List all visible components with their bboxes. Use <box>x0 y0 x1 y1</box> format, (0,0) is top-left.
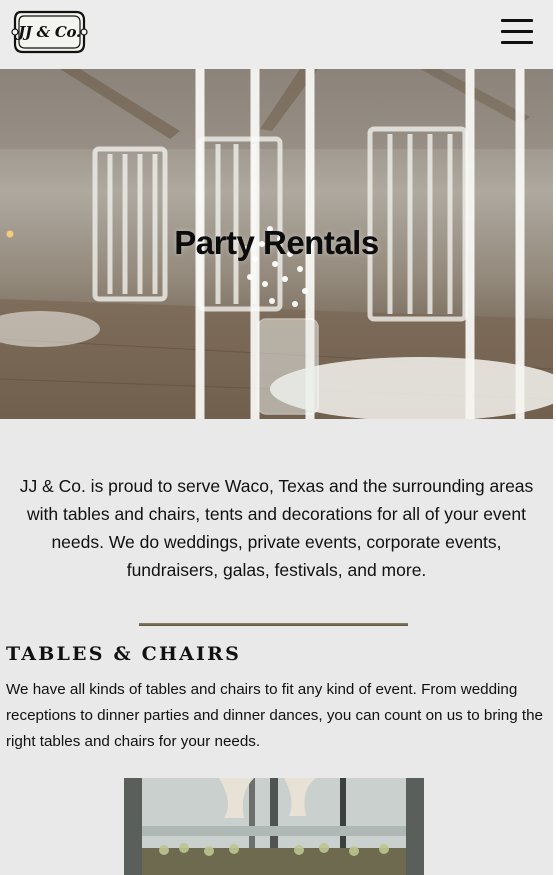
intro-paragraph: JJ & Co. is proud to serve Waco, Texas a… <box>19 476 534 580</box>
logo-text: JJ & Co. <box>18 23 81 41</box>
event-venue-image <box>124 778 424 875</box>
site-header: JJ & Co. <box>0 0 553 69</box>
menu-bar <box>501 19 533 22</box>
hamburger-menu-icon[interactable] <box>500 17 534 45</box>
section-divider <box>139 623 408 626</box>
menu-bar <box>501 41 533 44</box>
logo-link[interactable]: JJ & Co. <box>11 8 88 56</box>
tables-chairs-photo <box>124 778 424 875</box>
page: JJ & Co. Party Rentals JJ & Co. is proud… <box>0 0 553 875</box>
tables-chairs-description: We have all kinds of tables and chairs t… <box>6 681 543 750</box>
tables-chairs-heading: TABLES & CHAIRS <box>6 643 242 665</box>
hero-title: Party Rentals <box>174 224 379 261</box>
hero-banner: Party Rentals <box>0 69 553 419</box>
menu-bar <box>501 30 533 33</box>
